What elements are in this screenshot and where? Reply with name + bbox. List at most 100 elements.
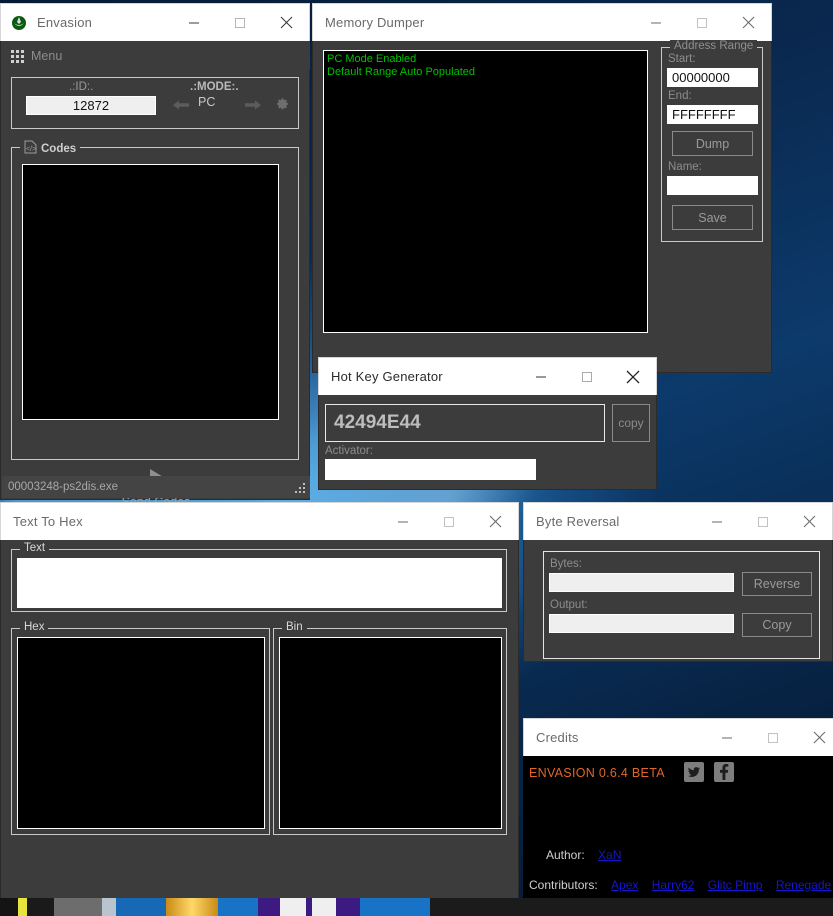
mode-caption: .:MODE:. [190, 81, 239, 93]
grid-menu-icon [11, 49, 24, 63]
code-file-icon: </> [24, 140, 37, 157]
copy-hotkey-button[interactable]: copy [612, 404, 650, 442]
end-label: End: [668, 90, 692, 102]
resize-grip-icon[interactable] [294, 481, 306, 493]
dump-button[interactable]: Dump [672, 131, 753, 156]
app-version-text: ENVASION 0.6.4 BETA [529, 766, 665, 780]
envasion-menu-bar[interactable]: Menu [2, 42, 310, 70]
memory-dumper-console[interactable]: PC Mode Enabled Default Range Auto Popul… [323, 50, 648, 333]
copy-button[interactable]: Copy [742, 613, 812, 637]
minimize-button-hot-key-generator[interactable] [518, 358, 564, 395]
minimize-button-credits[interactable] [704, 719, 750, 756]
taskbar-item[interactable] [102, 898, 116, 916]
twitter-icon[interactable] [684, 762, 704, 782]
activator-input[interactable] [325, 459, 536, 480]
close-button-memory-dumper[interactable] [725, 4, 771, 41]
taskbar-item[interactable] [18, 898, 27, 916]
window-credits: Credits ENVASION 0.6.4 BETA Author: XaN … [523, 718, 833, 898]
taskbar-item[interactable] [280, 898, 306, 916]
window-title-credits: Credits [536, 730, 579, 745]
mode-value: PC [198, 95, 216, 109]
minimize-button-memory-dumper[interactable] [633, 4, 679, 41]
maximize-button-byte-reversal[interactable] [740, 503, 786, 540]
author-link[interactable]: XaN [598, 848, 621, 862]
hex-group: Hex [11, 621, 270, 835]
console-line: Default Range Auto Populated [327, 66, 476, 78]
close-button-byte-reversal[interactable] [786, 503, 832, 540]
contributor-link[interactable]: Glitc Pimp [708, 878, 763, 892]
taskbar-item[interactable] [336, 898, 360, 916]
start-label: Start: [668, 53, 696, 65]
maximize-button-memory-dumper[interactable] [679, 4, 725, 41]
window-title-envasion: Envasion [37, 15, 93, 30]
id-mode-group: .:ID:. .:MODE:. 12872 PC [11, 77, 299, 129]
bin-output[interactable] [279, 637, 502, 829]
close-button-text-to-hex[interactable] [472, 503, 518, 540]
taskbar-item[interactable] [312, 898, 336, 916]
titlebar-hot-key-generator[interactable]: Hot Key Generator [318, 357, 657, 395]
activator-label: Activator: [325, 445, 373, 457]
titlebar-byte-reversal[interactable]: Byte Reversal [523, 502, 833, 540]
start-address-input[interactable]: 00000000 [667, 68, 758, 87]
mode-prev-arrow-icon[interactable] [172, 98, 190, 117]
reverse-button[interactable]: Reverse [742, 572, 812, 596]
taskbar-item[interactable] [218, 898, 258, 916]
maximize-button-credits[interactable] [750, 719, 796, 756]
minimize-button-byte-reversal[interactable] [694, 503, 740, 540]
contributor-link[interactable]: Harry62 [652, 878, 695, 892]
text-group-label: Text [20, 542, 50, 554]
contributors-row: Contributors: Apex Harry62 Glitc Pimp Re… [529, 878, 831, 892]
envasion-body: Menu .:ID:. .:MODE:. 12872 PC </> Codes … [0, 41, 310, 509]
hotkey-code-display[interactable]: 42494E44 [325, 404, 605, 442]
author-label: Author: [546, 848, 585, 862]
taskbar-item[interactable] [116, 898, 166, 916]
envasion-status-bar: 00003248-ps2dis.exe [2, 476, 310, 498]
codes-group: </> Codes [11, 140, 299, 460]
facebook-icon[interactable] [714, 762, 734, 782]
byte-reversal-group: Bytes: Reverse Output: Copy [543, 551, 820, 659]
close-button-hot-key-generator[interactable] [610, 358, 656, 395]
taskbar-item[interactable] [360, 898, 430, 916]
taskbar-item[interactable] [54, 898, 102, 916]
text-group: Text [11, 542, 507, 612]
taskbar-item[interactable] [27, 898, 54, 916]
address-range-group: Address Range Start: 00000000 End: FFFFF… [661, 40, 763, 242]
contributor-link[interactable]: Apex [611, 878, 638, 892]
titlebar-text-to-hex[interactable]: Text To Hex [0, 502, 519, 540]
id-input[interactable]: 12872 [26, 96, 156, 115]
contributor-link[interactable]: Renegade [776, 878, 831, 892]
hot-key-generator-body: 42494E44 copy Activator: [318, 395, 657, 490]
minimize-button-envasion[interactable] [171, 4, 217, 41]
memory-dumper-body: PC Mode Enabled Default Range Auto Popul… [312, 40, 772, 373]
window-hot-key-generator: Hot Key Generator 42494E44 copy Activato… [318, 357, 657, 490]
desktop: Envasion Menu .:ID:. .:MODE:. 12872 PC <… [0, 0, 833, 916]
text-input[interactable] [17, 558, 502, 608]
titlebar-credits[interactable]: Credits [523, 718, 833, 756]
mode-next-arrow-icon[interactable] [244, 98, 262, 117]
credits-body: ENVASION 0.6.4 BETA Author: XaN Contribu… [523, 756, 833, 898]
maximize-button-hot-key-generator[interactable] [564, 358, 610, 395]
taskbar-item[interactable] [258, 898, 280, 916]
output-label: Output: [550, 599, 588, 611]
output-field [549, 614, 734, 633]
menu-label: Menu [31, 49, 63, 63]
close-button-envasion[interactable] [263, 4, 309, 41]
titlebar-envasion[interactable]: Envasion [0, 3, 310, 41]
codes-textarea[interactable] [22, 164, 279, 420]
save-button[interactable]: Save [672, 205, 753, 230]
taskbar-item[interactable] [166, 898, 218, 916]
bytes-input[interactable] [549, 573, 734, 592]
close-button-credits[interactable] [796, 719, 833, 756]
maximize-button-envasion[interactable] [217, 4, 263, 41]
titlebar-memory-dumper[interactable]: Memory Dumper [312, 3, 772, 41]
codes-label: Codes [41, 142, 77, 155]
gear-icon[interactable] [274, 96, 290, 117]
contributors-label: Contributors: [529, 878, 598, 892]
hex-output[interactable] [17, 637, 265, 829]
taskbar-item[interactable] [0, 898, 18, 916]
end-address-input[interactable]: FFFFFFFF [667, 105, 758, 124]
codes-group-label-wrap: </> Codes [20, 140, 81, 157]
minimize-button-text-to-hex[interactable] [380, 503, 426, 540]
dump-name-input[interactable] [667, 176, 758, 195]
maximize-button-text-to-hex[interactable] [426, 503, 472, 540]
